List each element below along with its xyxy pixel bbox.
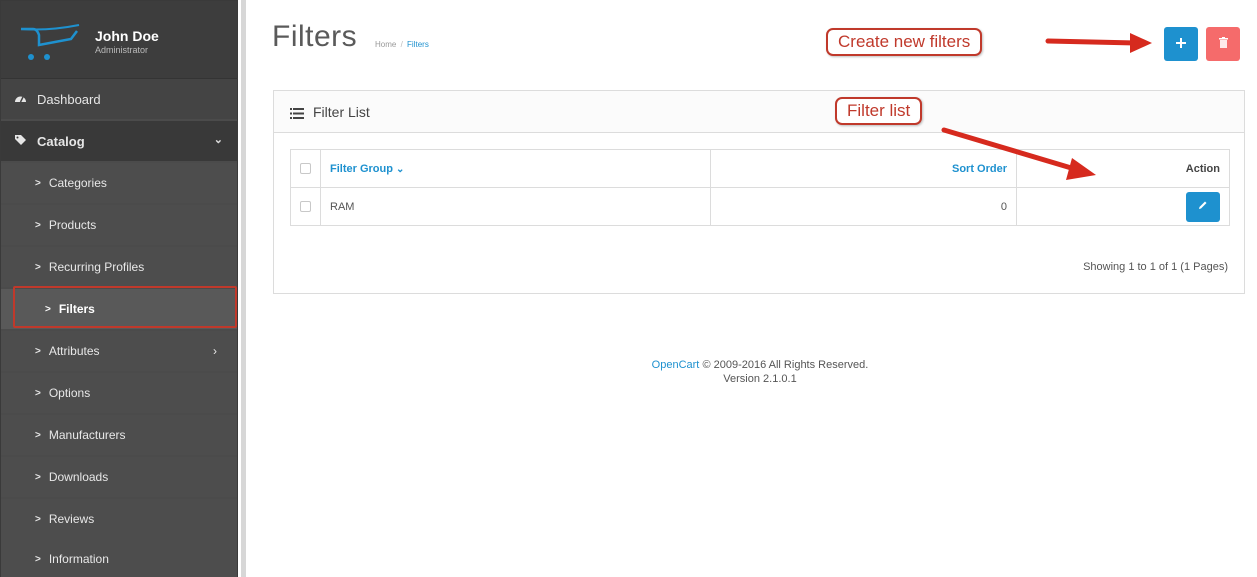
chevron-right-icon: › bbox=[213, 344, 217, 358]
sidebar-item-label: Information bbox=[48, 552, 109, 566]
breadcrumb-home[interactable]: Home bbox=[375, 40, 396, 49]
chevron-down-icon: ⌄ bbox=[213, 134, 223, 146]
select-all-checkbox[interactable] bbox=[300, 163, 311, 175]
sidebar-item-label: Downloads bbox=[48, 470, 109, 484]
sidebar-item-label: Options bbox=[48, 386, 91, 400]
user-role: Administrator bbox=[95, 45, 149, 55]
sidebar-item-products[interactable]: > Products bbox=[1, 205, 237, 245]
delete-button[interactable] bbox=[1206, 27, 1240, 61]
chevron-right-icon: > bbox=[35, 177, 41, 189]
sidebar-item-label: Reviews bbox=[48, 512, 95, 526]
filter-list-panel: Filter List Filter Group ⌄ Sort Order Ac… bbox=[273, 90, 1245, 294]
filter-group-header[interactable]: Filter Group ⌄ bbox=[320, 149, 711, 188]
sidebar-item-reviews[interactable]: > Reviews bbox=[1, 499, 237, 539]
sidebar-item-manufacturers[interactable]: > Manufacturers bbox=[1, 415, 237, 455]
breadcrumb-filters[interactable]: Filters bbox=[407, 40, 429, 49]
opencart-link[interactable]: OpenCart bbox=[652, 359, 700, 371]
sidebar-item-label: Dashboard bbox=[37, 91, 101, 107]
sidebar-item-options[interactable]: > Options bbox=[1, 373, 237, 413]
footer-copyright-line: OpenCart © 2009-2016 All Rights Reserved… bbox=[560, 358, 960, 372]
sort-order-header[interactable]: Sort Order bbox=[710, 149, 1017, 188]
chevron-right-icon: > bbox=[35, 219, 41, 231]
panel-title: Filter List bbox=[313, 103, 370, 120]
pagination-text: Showing 1 to 1 of 1 (1 Pages) bbox=[1083, 261, 1228, 273]
sidebar-item-label: Recurring Profiles bbox=[48, 260, 145, 274]
chevron-right-icon: > bbox=[35, 429, 41, 441]
sidebar-item-information[interactable]: > Information bbox=[1, 539, 237, 577]
chevron-right-icon: > bbox=[35, 387, 41, 399]
annotation-filter-list: Filter list bbox=[835, 97, 923, 125]
footer: OpenCart © 2009-2016 All Rights Reserved… bbox=[560, 358, 960, 386]
sidebar-item-label: Products bbox=[48, 218, 97, 232]
annotation-create-new-filters: Create new filters bbox=[826, 28, 983, 56]
chevron-right-icon: > bbox=[35, 553, 41, 565]
footer-copyright: © 2009-2016 All Rights Reserved. bbox=[702, 359, 869, 371]
sort-order-sort-link[interactable]: Sort Order bbox=[952, 163, 1007, 175]
tag-icon bbox=[13, 134, 27, 149]
sidebar-item-attributes[interactable]: > Attributes › bbox=[1, 331, 237, 371]
cart-logo-icon bbox=[20, 24, 80, 60]
chevron-right-icon: > bbox=[35, 471, 41, 483]
filter-group-sort-link[interactable]: Filter Group bbox=[330, 163, 393, 175]
sidebar-item-catalog[interactable]: Catalog ⌄ bbox=[1, 121, 237, 161]
sort-order-cell: 0 bbox=[710, 187, 1017, 226]
user-name: John Doe bbox=[95, 28, 159, 44]
sidebar-divider[interactable] bbox=[241, 0, 246, 577]
chevron-down-icon: ⌄ bbox=[396, 163, 405, 175]
row-checkbox[interactable] bbox=[300, 201, 311, 213]
action-header-label: Action bbox=[1185, 162, 1220, 175]
sidebar-item-label: Manufacturers bbox=[48, 428, 126, 442]
user-profile[interactable]: John Doe Administrator bbox=[1, 1, 237, 79]
chevron-right-icon: > bbox=[35, 345, 41, 357]
chevron-right-icon: > bbox=[35, 513, 41, 525]
sidebar-item-downloads[interactable]: > Downloads bbox=[1, 457, 237, 497]
filter-table: Filter Group ⌄ Sort Order Action RAM 0 bbox=[290, 149, 1230, 226]
arrow-to-add-button bbox=[1045, 33, 1152, 53]
sidebar-item-label: Attributes bbox=[48, 344, 100, 358]
add-filter-button[interactable] bbox=[1164, 27, 1198, 61]
pencil-icon bbox=[1198, 200, 1208, 213]
breadcrumb-separator: / bbox=[400, 40, 403, 49]
filters-highlight-box bbox=[13, 286, 237, 328]
panel-heading: Filter List bbox=[274, 91, 1244, 133]
dashboard-icon bbox=[13, 92, 27, 106]
trash-icon bbox=[1218, 35, 1228, 53]
filter-group-cell: RAM bbox=[320, 187, 711, 226]
table-header-row: Filter Group ⌄ Sort Order Action bbox=[290, 149, 1230, 188]
edit-button[interactable] bbox=[1186, 191, 1220, 222]
chevron-right-icon: > bbox=[35, 261, 41, 273]
list-icon bbox=[290, 106, 304, 119]
sidebar-item-dashboard[interactable]: Dashboard bbox=[1, 79, 237, 119]
sidebar-item-label: Catalog bbox=[37, 133, 85, 149]
table-row: RAM 0 bbox=[290, 187, 1230, 226]
sidebar-item-recurring-profiles[interactable]: > Recurring Profiles bbox=[1, 247, 237, 287]
breadcrumb: Home / Filters bbox=[375, 40, 429, 49]
select-all-cell bbox=[290, 149, 321, 188]
action-header: Action bbox=[1016, 149, 1230, 188]
row-checkbox-cell bbox=[290, 187, 321, 226]
sidebar-item-label: Categories bbox=[48, 176, 107, 190]
sidebar-item-categories[interactable]: > Categories bbox=[1, 163, 237, 203]
action-cell bbox=[1016, 187, 1230, 226]
footer-version: Version 2.1.0.1 bbox=[723, 373, 797, 385]
plus-icon bbox=[1176, 35, 1186, 53]
page-title: Filters bbox=[272, 20, 358, 53]
